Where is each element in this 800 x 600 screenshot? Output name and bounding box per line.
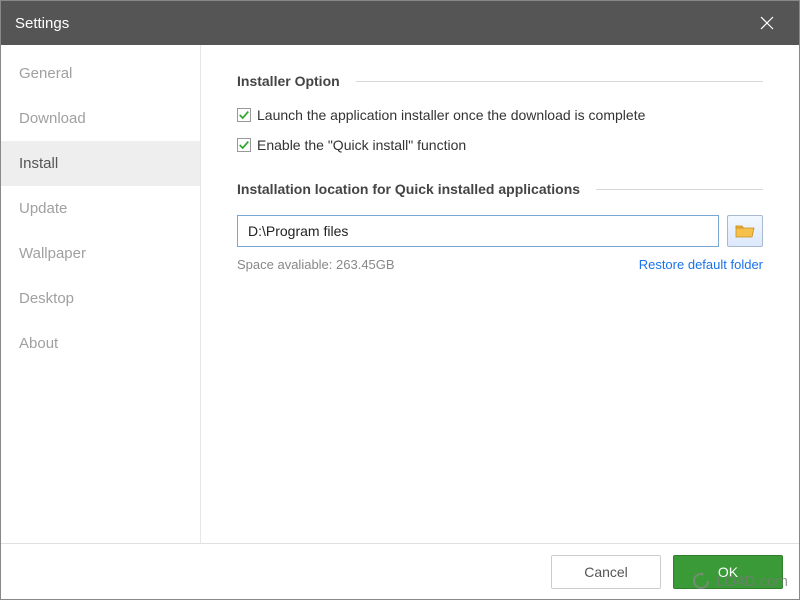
sidebar-item-download[interactable]: Download	[1, 96, 200, 141]
cancel-button[interactable]: Cancel	[551, 555, 661, 589]
titlebar: Settings	[1, 1, 799, 45]
close-button[interactable]	[745, 1, 789, 45]
sidebar-item-update[interactable]: Update	[1, 186, 200, 231]
ok-button[interactable]: OK	[673, 555, 783, 589]
checkbox-input[interactable]	[237, 108, 251, 122]
sidebar-item-wallpaper[interactable]: Wallpaper	[1, 231, 200, 276]
window-title: Settings	[15, 15, 69, 32]
browse-button[interactable]	[727, 215, 763, 247]
settings-window: Settings General Download Install Update…	[0, 0, 800, 600]
checkbox-launch-installer[interactable]: Launch the application installer once th…	[237, 107, 763, 123]
checkbox-quick-install[interactable]: Enable the "Quick install" function	[237, 137, 763, 153]
folder-icon	[735, 223, 755, 239]
section-installer-option: Installer Option	[237, 73, 763, 89]
section-divider	[596, 189, 763, 190]
sidebar-item-desktop[interactable]: Desktop	[1, 276, 200, 321]
install-path-row	[237, 215, 763, 247]
check-icon	[238, 109, 250, 121]
section-title: Installation location for Quick installe…	[237, 181, 580, 197]
section-install-location: Installation location for Quick installe…	[237, 181, 763, 197]
body: General Download Install Update Wallpape…	[1, 45, 799, 543]
sidebar-item-install[interactable]: Install	[1, 141, 200, 186]
section-title: Installer Option	[237, 73, 340, 89]
section-divider	[356, 81, 763, 82]
install-path-input[interactable]	[237, 215, 719, 247]
footer: Cancel OK	[1, 543, 799, 599]
close-icon	[760, 16, 774, 30]
space-available-label: Space avaliable: 263.45GB	[237, 257, 395, 272]
install-meta-row: Space avaliable: 263.45GB Restore defaul…	[237, 257, 763, 272]
restore-default-link[interactable]: Restore default folder	[639, 257, 763, 272]
content-panel: Installer Option Launch the application …	[201, 45, 799, 543]
checkbox-label: Enable the "Quick install" function	[257, 137, 466, 153]
checkbox-input[interactable]	[237, 138, 251, 152]
sidebar-item-about[interactable]: About	[1, 321, 200, 366]
check-icon	[238, 139, 250, 151]
checkbox-label: Launch the application installer once th…	[257, 107, 645, 123]
sidebar-item-general[interactable]: General	[1, 51, 200, 96]
sidebar: General Download Install Update Wallpape…	[1, 45, 201, 543]
